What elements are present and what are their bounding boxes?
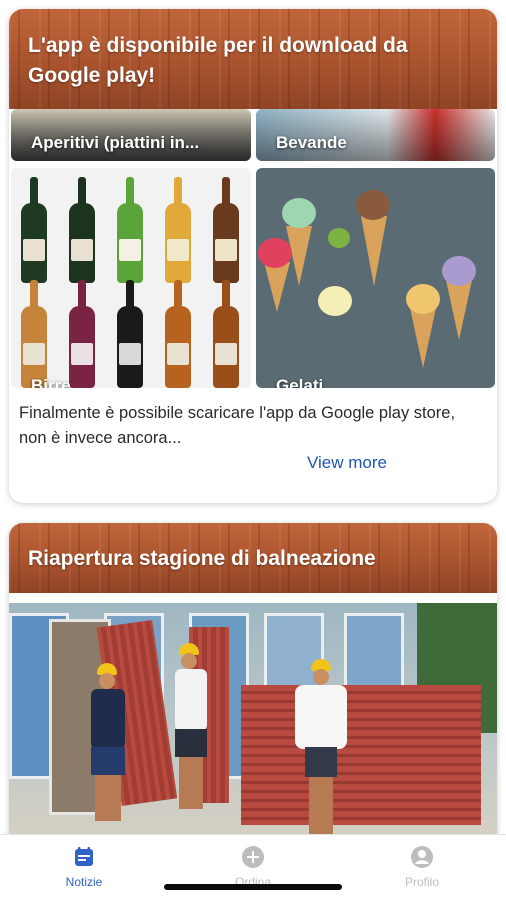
bottle-label-shape	[167, 342, 189, 365]
bottle-label-shape	[119, 239, 141, 261]
head-shape	[313, 669, 329, 685]
plank-stack-shape	[241, 685, 481, 825]
card-title: Riapertura stagione di balneazione	[28, 547, 376, 570]
ice-cream-scoop-image	[406, 284, 440, 314]
ice-cream-scoop-image	[258, 238, 292, 268]
card-title: L'app è disponibile per il download da G…	[28, 34, 408, 87]
beer-bottle-image	[213, 177, 239, 283]
bottle-label-shape	[71, 342, 93, 365]
news-feed: L'app è disponibile per il download da G…	[0, 0, 506, 834]
beer-bottle-image	[117, 177, 143, 283]
kiwi-slice-image	[328, 228, 350, 248]
view-more-link[interactable]: View more	[307, 453, 387, 473]
tab-label: Profilo	[404, 875, 439, 889]
card-title-banner: L'app è disponibile per il download da G…	[9, 9, 497, 109]
category-grid: Aperitivi (piattini in... Bevande Birre …	[9, 109, 497, 391]
person-circle-icon	[411, 846, 433, 868]
head-shape	[181, 653, 197, 669]
bottom-tab-bar: Notizie Ordina Profilo	[0, 834, 506, 901]
tab-ordina[interactable]: Ordina	[203, 845, 303, 889]
category-label: Birre	[31, 376, 71, 388]
ice-cream-cone-image	[361, 216, 387, 286]
beer-bottle-image	[69, 177, 95, 283]
category-label: Gelati	[276, 376, 324, 388]
worker-figure	[171, 643, 211, 813]
category-tile-birre[interactable]: Birre	[11, 168, 251, 388]
beer-bottle-image	[21, 177, 47, 283]
beer-bottle-image	[165, 280, 191, 388]
category-tile-bevande[interactable]: Bevande	[256, 109, 495, 161]
beer-bottle-image	[117, 280, 143, 388]
beer-bottle-image	[213, 280, 239, 388]
news-excerpt: Finalmente è possibile scaricare l'app d…	[19, 404, 456, 447]
shorts-shape	[91, 747, 125, 775]
bottle-label-shape	[167, 239, 189, 261]
ice-cream-cone-image	[446, 280, 472, 340]
shirt-shape	[175, 669, 207, 731]
beer-bottle-image	[69, 280, 95, 388]
head-shape	[99, 673, 115, 689]
bottle-label-shape	[119, 342, 141, 365]
category-tile-aperitivi[interactable]: Aperitivi (piattini in...	[11, 109, 251, 161]
ice-cream-scoop-image	[356, 190, 390, 220]
tab-label: Notizie	[65, 875, 103, 889]
home-indicator	[164, 884, 342, 890]
ice-cream-scoop-image	[442, 256, 476, 286]
ice-cream-scoop-image	[318, 286, 352, 316]
plus-circle-icon	[242, 846, 264, 868]
shorts-shape	[175, 729, 207, 757]
card-title-banner: Riapertura stagione di balneazione	[9, 523, 497, 593]
calendar-icon	[75, 847, 93, 866]
worker-figure	[87, 663, 127, 823]
legs-shape	[309, 777, 333, 834]
category-tile-gelati[interactable]: Gelati	[256, 168, 495, 388]
bottle-label-shape	[23, 239, 45, 261]
news-card-beach-reopening[interactable]: Riapertura stagione di balneazione	[9, 523, 497, 834]
shorts-shape	[305, 747, 337, 777]
shirt-shape	[91, 689, 125, 749]
news-card-app-download[interactable]: L'app è disponibile per il download da G…	[9, 9, 497, 503]
tab-notizie[interactable]: Notizie	[34, 845, 134, 889]
bottle-label-shape	[23, 342, 45, 365]
beer-bottle-image	[165, 177, 191, 283]
beach-workers-photo	[9, 603, 497, 834]
legs-shape	[179, 757, 203, 809]
category-label: Bevande	[276, 133, 347, 152]
bottle-label-shape	[215, 342, 237, 365]
tab-profilo[interactable]: Profilo	[372, 845, 472, 889]
shirt-shape	[295, 685, 347, 749]
ice-cream-cone-image	[410, 308, 436, 368]
bottle-label-shape	[215, 239, 237, 261]
category-label: Aperitivi (piattini in...	[31, 133, 200, 152]
legs-shape	[95, 775, 121, 821]
ice-cream-scoop-image	[282, 198, 316, 228]
ice-cream-cone-image	[264, 262, 290, 312]
bottle-label-shape	[71, 239, 93, 261]
worker-figure	[291, 659, 351, 834]
